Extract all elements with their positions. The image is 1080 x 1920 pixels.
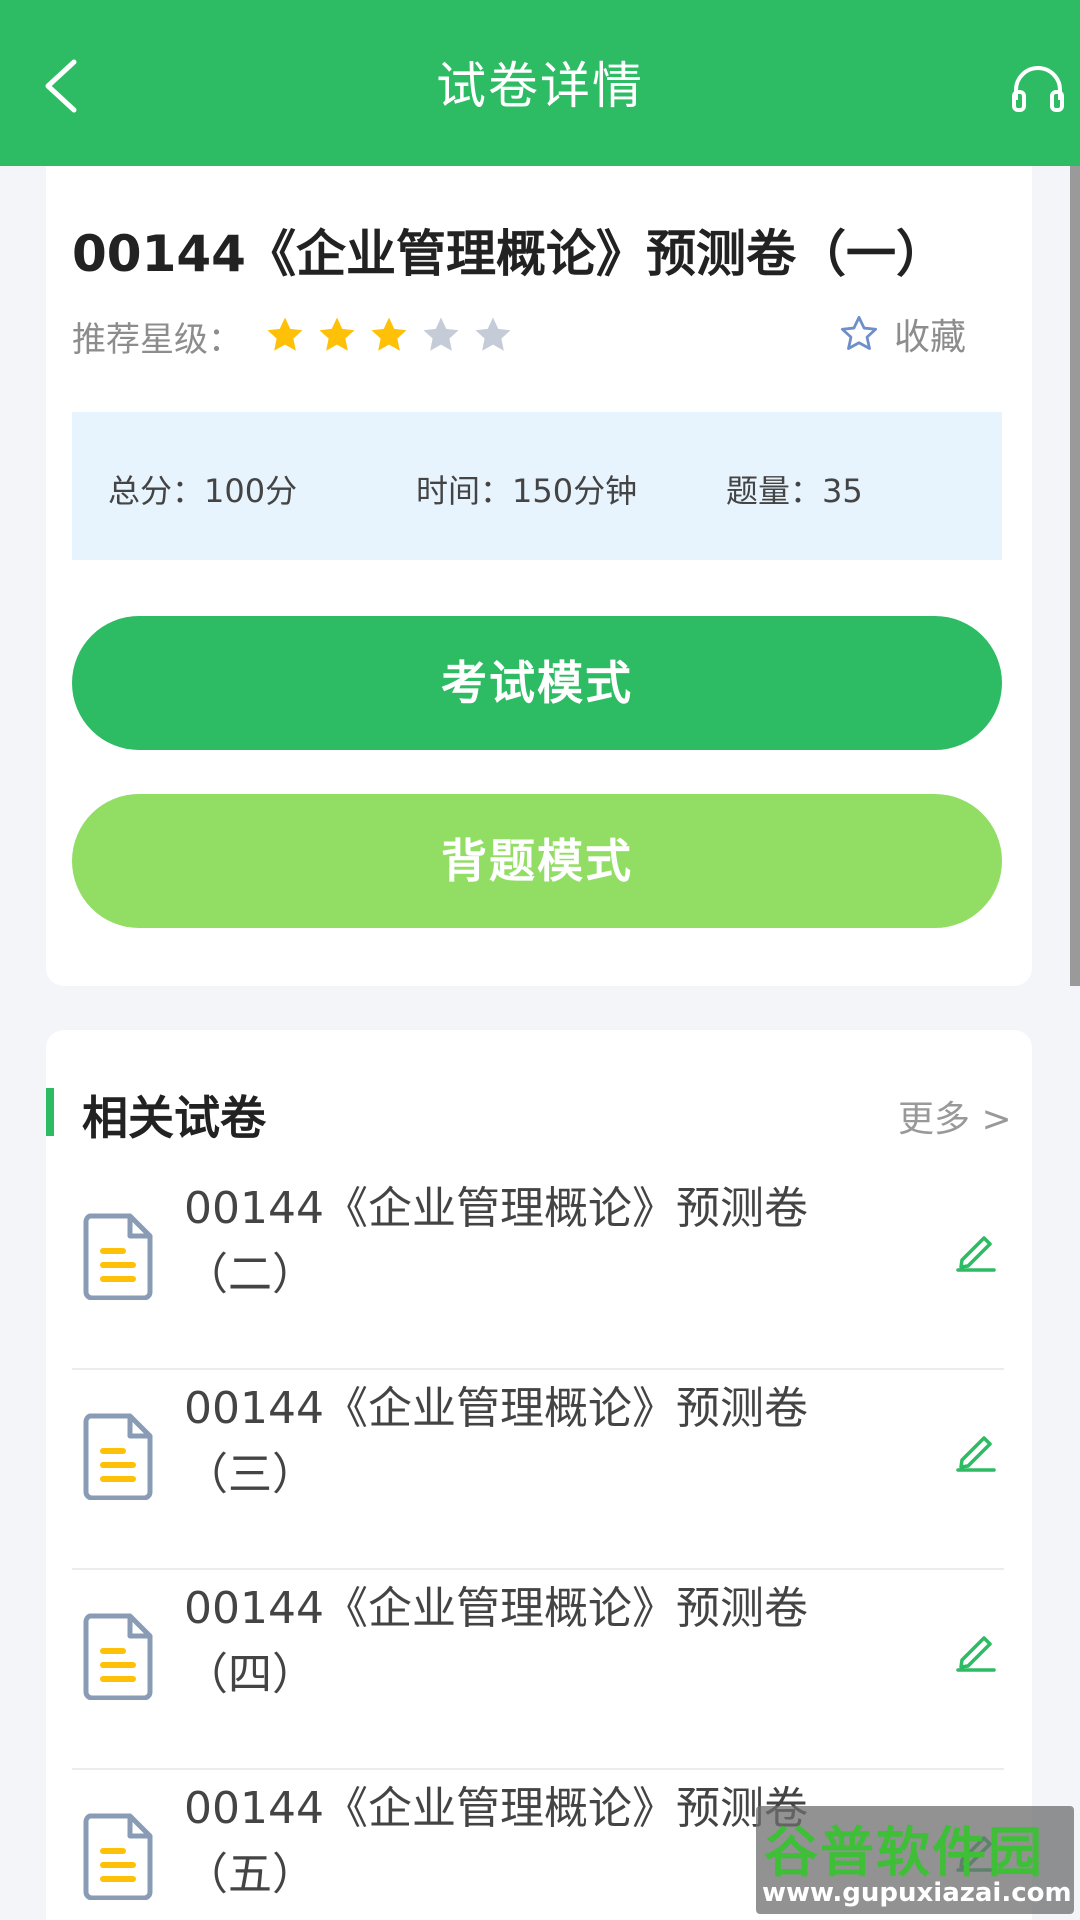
headset-icon[interactable] [1010, 62, 1066, 114]
star-filled-icon [319, 317, 355, 351]
exam-mode-button[interactable]: 考试模式 [72, 616, 1002, 750]
paper-detail-card: 00144《企业管理概论》预测卷（一） 推荐星级： 收藏 总分：100分 时间：… [46, 166, 1032, 986]
pencil-icon[interactable] [954, 1228, 998, 1272]
star-empty-icon [423, 317, 459, 351]
scrollbar[interactable] [1070, 166, 1080, 986]
star-empty-icon [475, 317, 511, 351]
document-icon [83, 1213, 153, 1300]
app-header: 试卷详情 [0, 0, 1080, 166]
related-paper-name: 00144《企业管理概论》预测卷（五） [184, 1783, 808, 1900]
rating-label: 推荐星级： [72, 320, 242, 360]
favorite-label: 收藏 [894, 317, 967, 358]
paper-info-box: 总分：100分 时间：150分钟 题量：35 [72, 412, 1002, 560]
more-link[interactable]: 更多 > [898, 1090, 1012, 1142]
total-score: 总分：100分 [108, 472, 298, 510]
document-icon [83, 1413, 153, 1500]
pencil-icon[interactable] [954, 1428, 998, 1472]
exam-time: 时间：150分钟 [416, 472, 638, 510]
pencil-icon[interactable] [954, 1628, 998, 1672]
paper-title: 00144《企业管理概论》预测卷（一） [72, 225, 946, 283]
related-paper-name: 00144《企业管理概论》预测卷（二） [184, 1183, 808, 1300]
related-papers-card: 相关试卷 更多 > 00144《企业管理概论》预测卷（二） 00144《企业管理概… [46, 1030, 1032, 1920]
star-filled-icon [371, 317, 407, 351]
list-item[interactable]: 00144《企业管理概论》预测卷（三） [72, 1370, 1004, 1570]
document-icon [83, 1813, 153, 1900]
star-filled-icon [267, 317, 303, 351]
section-accent-bar [46, 1088, 54, 1136]
favorite-button[interactable]: 收藏 [838, 308, 966, 360]
section-title: 相关试卷 [82, 1091, 266, 1145]
question-count: 题量：35 [726, 472, 863, 510]
list-item[interactable]: 00144《企业管理概论》预测卷（二） [72, 1170, 1004, 1370]
star-outline-icon [840, 315, 878, 350]
related-paper-name: 00144《企业管理概论》预测卷（三） [184, 1383, 808, 1500]
related-paper-name: 00144《企业管理概论》预测卷（四） [184, 1583, 808, 1700]
page-title: 试卷详情 [436, 57, 644, 115]
watermark-url: www.gupuxiazai.com [762, 1878, 1072, 1908]
watermark-title: 谷普软件园 [764, 1821, 1044, 1884]
recite-mode-button[interactable]: 背题模式 [72, 794, 1002, 928]
star-rating [264, 314, 514, 362]
document-icon [83, 1613, 153, 1700]
list-item[interactable]: 00144《企业管理概论》预测卷（四） [72, 1570, 1004, 1770]
watermark-logo: 谷普软件园 www.gupuxiazai.com [756, 1806, 1074, 1914]
